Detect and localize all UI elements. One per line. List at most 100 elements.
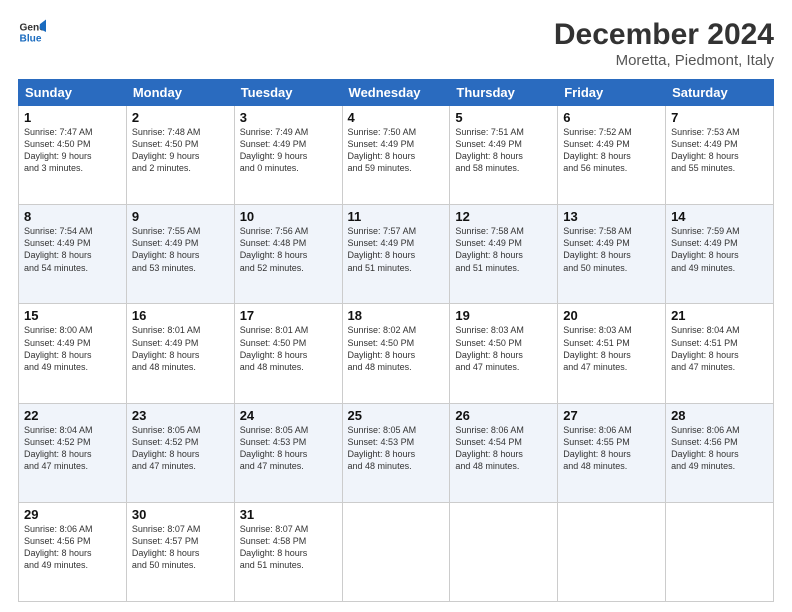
table-row: 5Sunrise: 7:51 AMSunset: 4:49 PMDaylight… (450, 106, 558, 205)
table-row: 13Sunrise: 7:58 AMSunset: 4:49 PMDayligh… (558, 205, 666, 304)
day-info: Sunrise: 7:53 AMSunset: 4:49 PMDaylight:… (671, 126, 768, 175)
table-row (666, 502, 774, 601)
table-row: 21Sunrise: 8:04 AMSunset: 4:51 PMDayligh… (666, 304, 774, 403)
day-info: Sunrise: 7:48 AMSunset: 4:50 PMDaylight:… (132, 126, 229, 175)
day-number: 3 (240, 110, 337, 125)
day-number: 20 (563, 308, 660, 323)
logo: General Blue (18, 18, 46, 46)
day-info: Sunrise: 8:02 AMSunset: 4:50 PMDaylight:… (348, 324, 445, 373)
day-number: 19 (455, 308, 552, 323)
title-block: December 2024 Moretta, Piedmont, Italy (554, 18, 774, 69)
table-row (558, 502, 666, 601)
day-number: 26 (455, 408, 552, 423)
day-number: 31 (240, 507, 337, 522)
logo-icon: General Blue (18, 18, 46, 46)
table-row: 1Sunrise: 7:47 AMSunset: 4:50 PMDaylight… (19, 106, 127, 205)
day-info: Sunrise: 8:05 AMSunset: 4:53 PMDaylight:… (240, 424, 337, 473)
svg-text:Blue: Blue (20, 33, 42, 44)
day-info: Sunrise: 8:00 AMSunset: 4:49 PMDaylight:… (24, 324, 121, 373)
table-row: 14Sunrise: 7:59 AMSunset: 4:49 PMDayligh… (666, 205, 774, 304)
day-info: Sunrise: 8:04 AMSunset: 4:52 PMDaylight:… (24, 424, 121, 473)
day-info: Sunrise: 7:50 AMSunset: 4:49 PMDaylight:… (348, 126, 445, 175)
day-number: 29 (24, 507, 121, 522)
calendar-table: Sunday Monday Tuesday Wednesday Thursday… (18, 79, 774, 602)
day-info: Sunrise: 7:56 AMSunset: 4:48 PMDaylight:… (240, 225, 337, 274)
day-info: Sunrise: 8:01 AMSunset: 4:50 PMDaylight:… (240, 324, 337, 373)
day-number: 24 (240, 408, 337, 423)
table-row: 15Sunrise: 8:00 AMSunset: 4:49 PMDayligh… (19, 304, 127, 403)
table-row: 31Sunrise: 8:07 AMSunset: 4:58 PMDayligh… (234, 502, 342, 601)
day-number: 4 (348, 110, 445, 125)
day-info: Sunrise: 8:04 AMSunset: 4:51 PMDaylight:… (671, 324, 768, 373)
table-row (450, 502, 558, 601)
day-info: Sunrise: 8:07 AMSunset: 4:58 PMDaylight:… (240, 523, 337, 572)
day-number: 2 (132, 110, 229, 125)
day-number: 11 (348, 209, 445, 224)
header: General Blue December 2024 Moretta, Pied… (18, 18, 774, 69)
col-sunday: Sunday (19, 80, 127, 106)
day-info: Sunrise: 7:57 AMSunset: 4:49 PMDaylight:… (348, 225, 445, 274)
col-saturday: Saturday (666, 80, 774, 106)
day-info: Sunrise: 8:06 AMSunset: 4:55 PMDaylight:… (563, 424, 660, 473)
table-row: 20Sunrise: 8:03 AMSunset: 4:51 PMDayligh… (558, 304, 666, 403)
table-row: 8Sunrise: 7:54 AMSunset: 4:49 PMDaylight… (19, 205, 127, 304)
day-number: 7 (671, 110, 768, 125)
day-number: 13 (563, 209, 660, 224)
day-info: Sunrise: 7:51 AMSunset: 4:49 PMDaylight:… (455, 126, 552, 175)
table-row: 16Sunrise: 8:01 AMSunset: 4:49 PMDayligh… (126, 304, 234, 403)
col-wednesday: Wednesday (342, 80, 450, 106)
day-info: Sunrise: 8:05 AMSunset: 4:53 PMDaylight:… (348, 424, 445, 473)
day-info: Sunrise: 7:59 AMSunset: 4:49 PMDaylight:… (671, 225, 768, 274)
day-number: 16 (132, 308, 229, 323)
table-row (342, 502, 450, 601)
col-friday: Friday (558, 80, 666, 106)
day-info: Sunrise: 8:06 AMSunset: 4:54 PMDaylight:… (455, 424, 552, 473)
table-row: 25Sunrise: 8:05 AMSunset: 4:53 PMDayligh… (342, 403, 450, 502)
table-row: 3Sunrise: 7:49 AMSunset: 4:49 PMDaylight… (234, 106, 342, 205)
table-row: 18Sunrise: 8:02 AMSunset: 4:50 PMDayligh… (342, 304, 450, 403)
day-number: 1 (24, 110, 121, 125)
day-info: Sunrise: 8:03 AMSunset: 4:50 PMDaylight:… (455, 324, 552, 373)
day-info: Sunrise: 7:49 AMSunset: 4:49 PMDaylight:… (240, 126, 337, 175)
table-row: 11Sunrise: 7:57 AMSunset: 4:49 PMDayligh… (342, 205, 450, 304)
day-number: 6 (563, 110, 660, 125)
day-number: 23 (132, 408, 229, 423)
day-number: 5 (455, 110, 552, 125)
day-number: 17 (240, 308, 337, 323)
day-info: Sunrise: 8:01 AMSunset: 4:49 PMDaylight:… (132, 324, 229, 373)
day-number: 9 (132, 209, 229, 224)
calendar-title: December 2024 (554, 18, 774, 52)
calendar-subtitle: Moretta, Piedmont, Italy (554, 52, 774, 69)
table-row: 28Sunrise: 8:06 AMSunset: 4:56 PMDayligh… (666, 403, 774, 502)
day-info: Sunrise: 7:47 AMSunset: 4:50 PMDaylight:… (24, 126, 121, 175)
day-number: 10 (240, 209, 337, 224)
table-row: 4Sunrise: 7:50 AMSunset: 4:49 PMDaylight… (342, 106, 450, 205)
day-info: Sunrise: 7:52 AMSunset: 4:49 PMDaylight:… (563, 126, 660, 175)
day-number: 30 (132, 507, 229, 522)
day-info: Sunrise: 8:06 AMSunset: 4:56 PMDaylight:… (671, 424, 768, 473)
table-row: 22Sunrise: 8:04 AMSunset: 4:52 PMDayligh… (19, 403, 127, 502)
table-row: 27Sunrise: 8:06 AMSunset: 4:55 PMDayligh… (558, 403, 666, 502)
day-number: 12 (455, 209, 552, 224)
day-info: Sunrise: 8:07 AMSunset: 4:57 PMDaylight:… (132, 523, 229, 572)
table-row: 30Sunrise: 8:07 AMSunset: 4:57 PMDayligh… (126, 502, 234, 601)
table-row: 12Sunrise: 7:58 AMSunset: 4:49 PMDayligh… (450, 205, 558, 304)
table-row: 10Sunrise: 7:56 AMSunset: 4:48 PMDayligh… (234, 205, 342, 304)
day-number: 25 (348, 408, 445, 423)
col-tuesday: Tuesday (234, 80, 342, 106)
day-info: Sunrise: 7:55 AMSunset: 4:49 PMDaylight:… (132, 225, 229, 274)
table-row: 17Sunrise: 8:01 AMSunset: 4:50 PMDayligh… (234, 304, 342, 403)
table-row: 2Sunrise: 7:48 AMSunset: 4:50 PMDaylight… (126, 106, 234, 205)
calendar-page: General Blue December 2024 Moretta, Pied… (0, 0, 792, 612)
day-number: 18 (348, 308, 445, 323)
day-info: Sunrise: 7:54 AMSunset: 4:49 PMDaylight:… (24, 225, 121, 274)
table-row: 26Sunrise: 8:06 AMSunset: 4:54 PMDayligh… (450, 403, 558, 502)
table-row: 19Sunrise: 8:03 AMSunset: 4:50 PMDayligh… (450, 304, 558, 403)
day-number: 27 (563, 408, 660, 423)
day-number: 15 (24, 308, 121, 323)
day-info: Sunrise: 8:06 AMSunset: 4:56 PMDaylight:… (24, 523, 121, 572)
table-row: 9Sunrise: 7:55 AMSunset: 4:49 PMDaylight… (126, 205, 234, 304)
day-number: 21 (671, 308, 768, 323)
table-row: 6Sunrise: 7:52 AMSunset: 4:49 PMDaylight… (558, 106, 666, 205)
col-monday: Monday (126, 80, 234, 106)
